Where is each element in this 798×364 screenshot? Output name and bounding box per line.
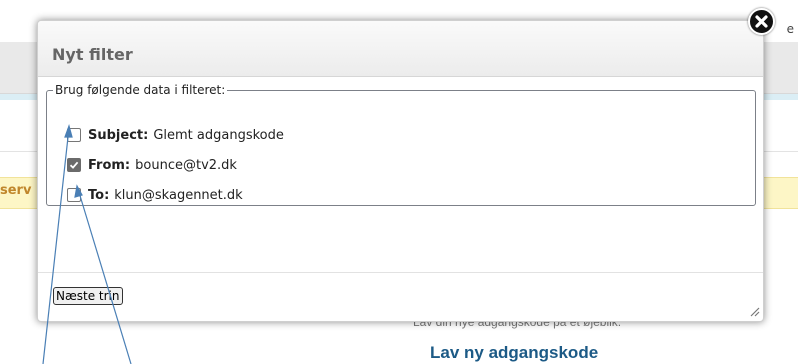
annotation-arrows: [42, 124, 132, 364]
arrow-head-to: [74, 184, 83, 198]
arrow-to-to-checkbox: [77, 188, 132, 364]
arrow-head-subject: [64, 124, 73, 138]
arrow-to-subject-checkbox: [42, 127, 70, 364]
